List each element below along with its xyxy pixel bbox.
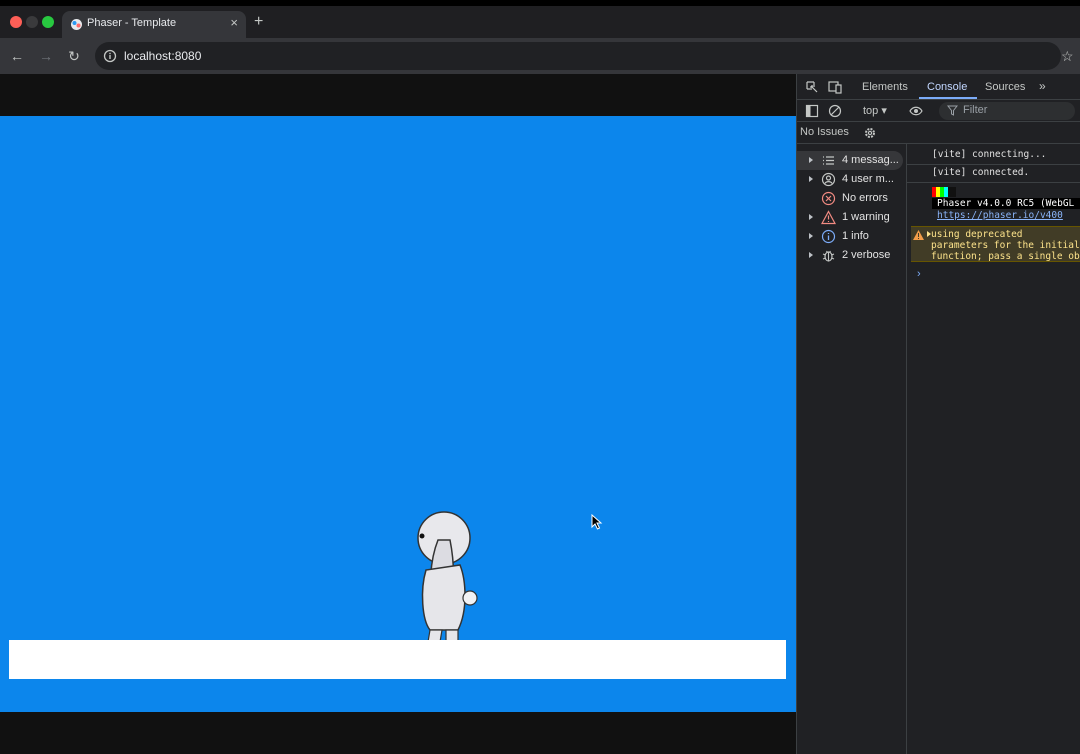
issues-count[interactable]: No Issues <box>800 126 849 138</box>
expand-arrow-icon[interactable] <box>809 157 813 163</box>
forward-icon[interactable]: → <box>38 48 54 64</box>
message-divider <box>907 164 1080 165</box>
sidebar-item-label: 1 warning <box>842 211 890 223</box>
console-toolbar: top ▾ Filter <box>797 100 1080 122</box>
back-icon[interactable]: ← <box>9 48 25 64</box>
console-prompt-icon[interactable]: › <box>917 268 921 280</box>
sidebar-item-verbose[interactable]: 2 verbose <box>797 246 905 265</box>
close-window-button[interactable] <box>10 16 22 28</box>
expand-arrow-icon[interactable] <box>809 233 813 239</box>
warning-text: using deprecated parameters for the init… <box>931 229 1080 262</box>
phaser-favicon-icon <box>71 19 82 30</box>
warning-icon <box>821 210 836 225</box>
reload-icon[interactable]: ↻ <box>66 48 82 64</box>
tab-close-icon[interactable]: × <box>230 16 238 29</box>
console-sidebar: 4 messag... 4 user m... No errors 1 warn… <box>797 144 907 754</box>
tab-elements[interactable]: Elements <box>862 81 908 93</box>
expand-arrow-icon[interactable] <box>809 214 813 220</box>
ground-platform <box>9 640 786 679</box>
phaser-color-bars <box>932 187 956 197</box>
new-tab-button[interactable]: + <box>254 14 263 30</box>
page-viewport <box>0 74 796 754</box>
bunny-sprite <box>417 511 478 643</box>
phaser-banner: Phaser v4.0.0 RC5 (WebGL <box>932 198 1080 209</box>
browser-toolbar: ← → ↻ localhost:8080 ☆ <box>0 38 1080 74</box>
minimize-window-button[interactable] <box>26 16 38 28</box>
sidebar-item-label: 1 info <box>842 230 869 242</box>
url-text: localhost:8080 <box>124 49 202 63</box>
warning-triangle-icon <box>913 230 924 240</box>
sidebar-item-user-messages[interactable]: 4 user m... <box>797 170 905 189</box>
sidebar-item-label: 2 verbose <box>842 249 891 261</box>
error-icon <box>821 191 836 206</box>
clear-console-icon[interactable] <box>828 104 842 118</box>
filter-input[interactable]: Filter <box>939 102 1075 120</box>
tab-sources[interactable]: Sources <box>985 81 1025 93</box>
filter-funnel-icon <box>947 105 958 116</box>
issues-bar: No Issues <box>797 122 1080 144</box>
info-icon <box>821 229 836 244</box>
inspect-element-icon[interactable] <box>805 80 819 94</box>
sidebar-item-label: 4 messag... <box>842 154 899 166</box>
address-bar[interactable]: localhost:8080 <box>95 42 1061 70</box>
console-output: [vite] connecting... [vite] connected. P… <box>907 144 1080 754</box>
console-message: [vite] connecting... <box>932 149 1047 160</box>
bug-icon <box>822 250 835 262</box>
mouse-cursor-icon <box>591 514 603 530</box>
game-canvas[interactable] <box>0 116 796 712</box>
device-toolbar-icon[interactable] <box>828 80 842 94</box>
sidebar-item-label: 4 user m... <box>842 173 894 185</box>
expand-arrow-icon[interactable] <box>809 252 813 258</box>
sidebar-item-messages[interactable]: 4 messag... <box>797 151 903 170</box>
message-divider <box>907 182 1080 183</box>
expand-arrow-icon[interactable] <box>809 176 813 182</box>
browser-tab[interactable]: Phaser - Template × <box>62 11 246 38</box>
list-icon <box>823 156 834 165</box>
user-icon <box>821 172 836 187</box>
sidebar-toggle-icon[interactable] <box>805 104 819 118</box>
sidebar-item-errors[interactable]: No errors <box>797 189 905 208</box>
sidebar-item-label: No errors <box>842 192 888 204</box>
filter-placeholder: Filter <box>963 104 988 116</box>
site-info-icon[interactable] <box>103 49 117 63</box>
tab-title: Phaser - Template <box>87 17 177 29</box>
settings-gear-icon[interactable] <box>863 126 877 140</box>
tab-console[interactable]: Console <box>927 81 967 93</box>
devtools-tab-bar: Elements Console Sources » <box>797 74 1080 100</box>
context-selector[interactable]: top ▾ <box>863 104 887 117</box>
tab-strip: Phaser - Template × + <box>0 6 1080 38</box>
console-message: [vite] connected. <box>932 167 1030 178</box>
live-expression-eye-icon[interactable] <box>909 104 923 118</box>
sidebar-item-warnings[interactable]: 1 warning <box>797 208 905 227</box>
devtools-panel: Elements Console Sources » top ▾ Filter … <box>796 74 1080 754</box>
warning-message: using deprecated parameters for the init… <box>911 226 1080 262</box>
active-tab-indicator <box>919 97 977 99</box>
more-tabs-icon[interactable]: » <box>1039 79 1046 93</box>
sidebar-item-info[interactable]: 1 info <box>797 227 905 246</box>
bookmark-star-icon[interactable]: ☆ <box>1061 48 1074 64</box>
phaser-link[interactable]: https://phaser.io/v400 <box>937 210 1080 221</box>
maximize-window-button[interactable] <box>42 16 54 28</box>
